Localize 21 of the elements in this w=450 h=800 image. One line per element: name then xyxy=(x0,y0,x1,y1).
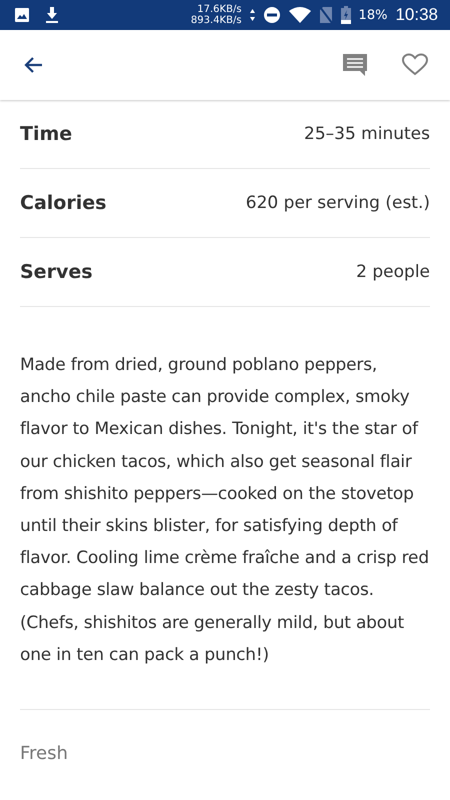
clock: 10:38 xyxy=(395,5,438,25)
do-not-disturb-icon xyxy=(262,6,281,24)
detail-label: Calories xyxy=(20,192,106,214)
no-sim-icon xyxy=(318,6,333,24)
download-icon xyxy=(44,6,60,24)
image-icon xyxy=(14,7,30,23)
battery-icon xyxy=(340,6,351,24)
upload-speed: 17.6KB/s xyxy=(197,4,242,15)
detail-value: 25–35 minutes xyxy=(304,124,430,144)
download-speed: 893.4KB/s xyxy=(190,15,242,26)
detail-value: 620 per serving (est.) xyxy=(246,193,430,213)
detail-label: Time xyxy=(20,123,72,145)
battery-percent: 18% xyxy=(358,8,388,22)
recipe-description: Made from dried, ground poblano peppers, ancho chile paste can provide complex, smoky flavor to Mexican dishes. Tonight, it's the star of our chicken tacos, which also get seasonal flair from shishito peppers—cooked on the stovetop until their skins blister, for satisfying depth of flavor. Cooling lime crème fraîche and a crisp red cabbage slaw balance out the zesty tacos. (Chefs, shishitos are generally mild, but about one in ten can pack a punch!) xyxy=(20,354,430,667)
speed-arrows-icon xyxy=(250,7,255,23)
detail-label: Serves xyxy=(20,261,93,283)
wifi-icon xyxy=(288,7,311,23)
section-label: Fresh xyxy=(20,743,69,764)
detail-value: 2 people xyxy=(356,262,430,282)
comment-icon[interactable] xyxy=(342,53,368,77)
heart-icon[interactable] xyxy=(402,53,428,77)
